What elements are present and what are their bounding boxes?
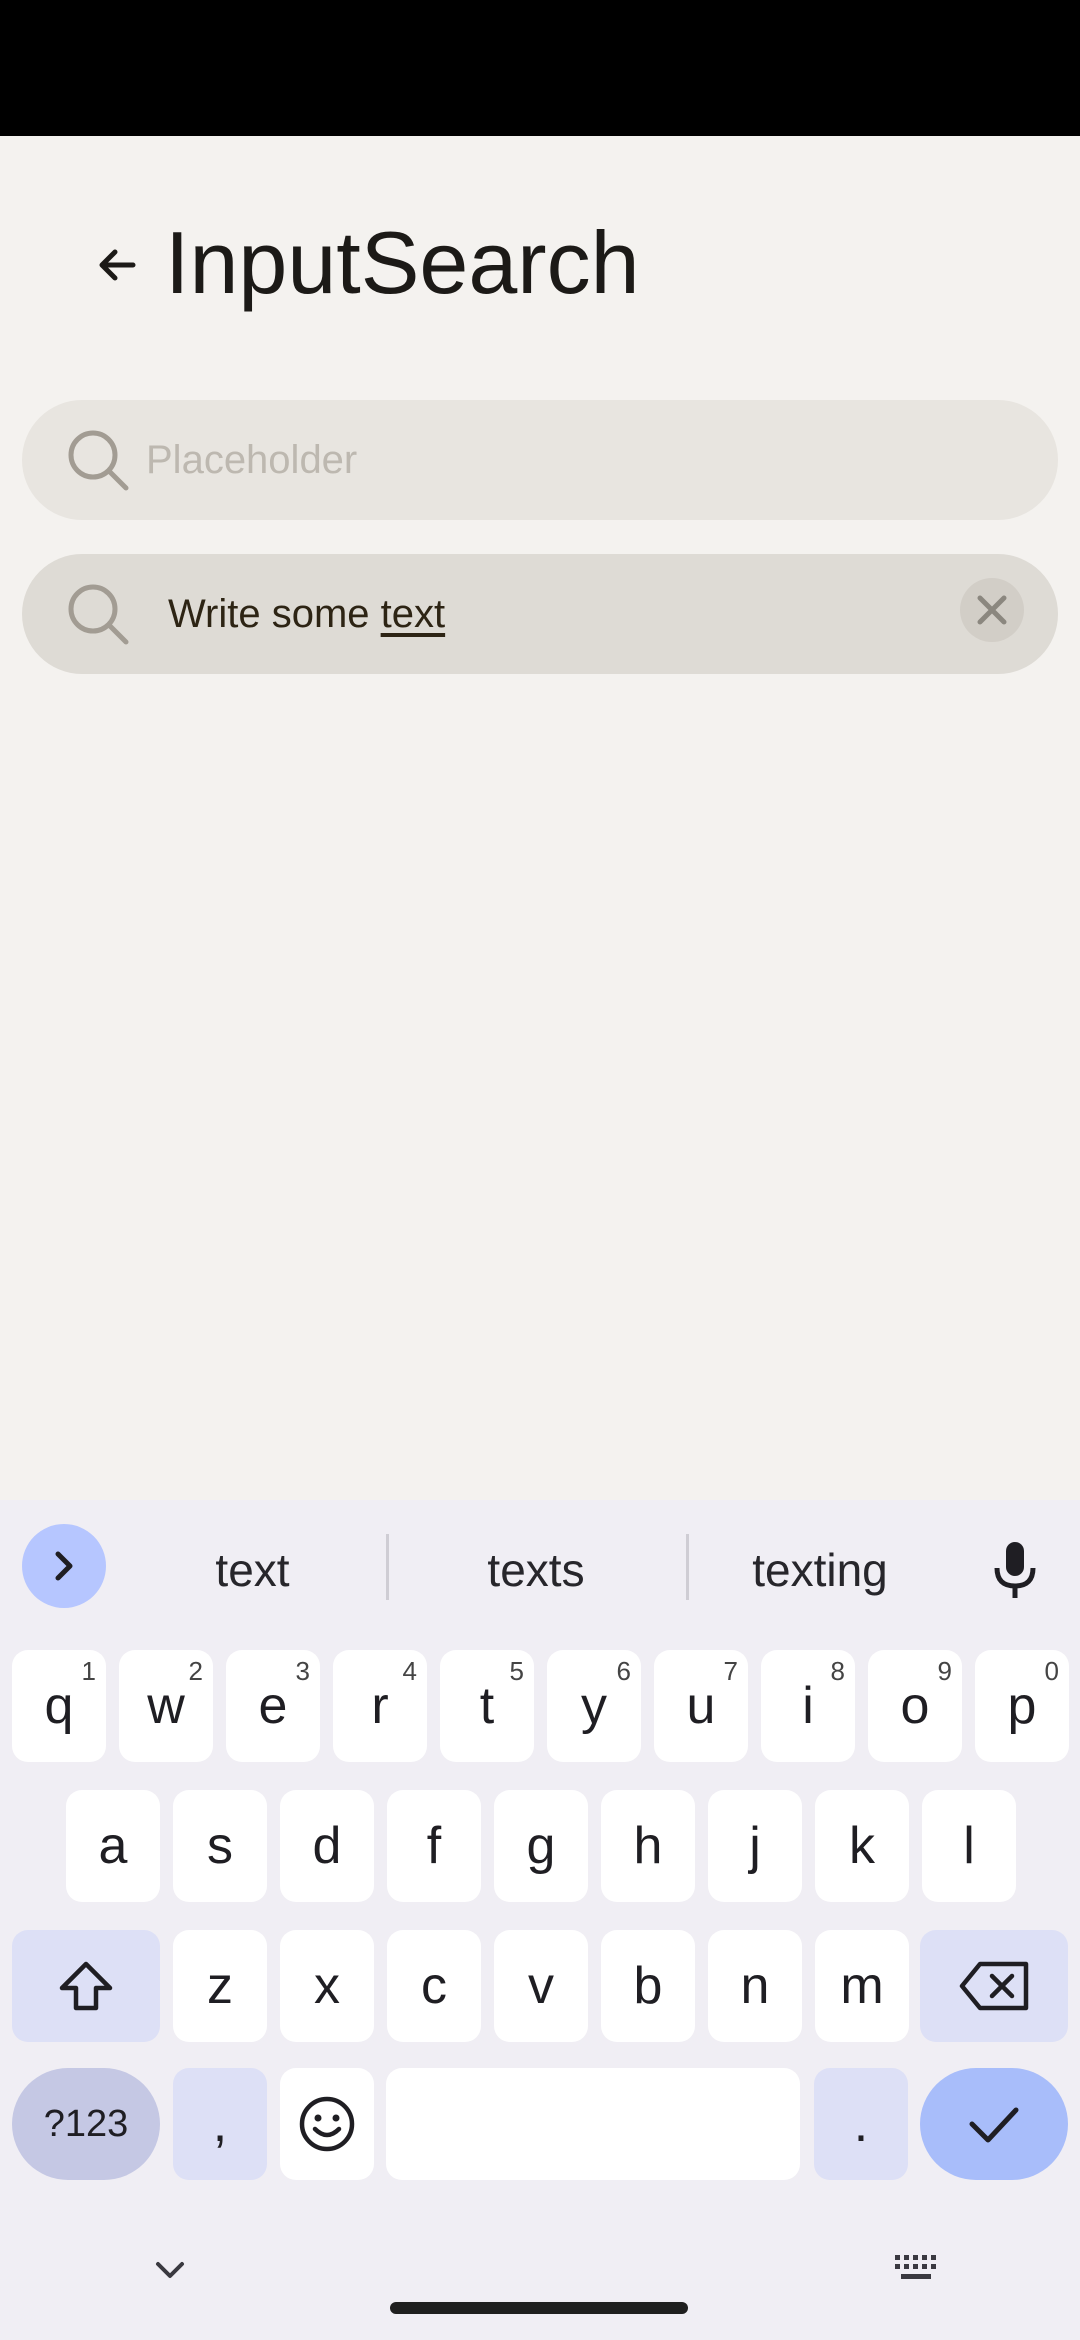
enter-key[interactable] [920, 2068, 1068, 2180]
search-bar-empty[interactable] [22, 400, 1058, 520]
space-key[interactable] [386, 2068, 800, 2180]
key-o-label: o [900, 1677, 930, 1735]
key-g[interactable]: g [494, 1790, 588, 1902]
backspace-icon [959, 1961, 1029, 2011]
toolbar-expand-button[interactable] [22, 1524, 106, 1608]
emoji-key[interactable] [280, 2068, 374, 2180]
page-title: InputSearch [165, 213, 640, 312]
comma-key[interactable]: , [173, 2068, 267, 2180]
typed-text: Write some [168, 592, 381, 636]
arrow-left-icon [99, 249, 136, 281]
period-key[interactable]: . [814, 2068, 908, 2180]
keyboard-icon [895, 2255, 936, 2279]
key-p-label: p [1007, 1677, 1037, 1735]
key-h[interactable]: h [601, 1790, 695, 1902]
key-i-hint: 8 [830, 1656, 845, 1686]
key-y-label: y [581, 1677, 607, 1735]
search-input-empty[interactable] [146, 400, 946, 520]
key-q-hint: 1 [81, 1656, 96, 1686]
emoji-icon [299, 2096, 355, 2152]
search-icon [68, 584, 129, 645]
key-d[interactable]: d [280, 1790, 374, 1902]
chevron-right-icon [55, 1551, 73, 1581]
soft-keyboard: text texts texting q1 w2 e3 r4 t5 y6 u7 … [0, 1500, 1080, 2340]
suggestion-2[interactable]: texts [420, 1530, 652, 1610]
key-p[interactable]: p0 [975, 1650, 1069, 1762]
status-bar [0, 0, 1080, 136]
key-a[interactable]: a [66, 1790, 160, 1902]
search-bar-filled[interactable]: Write some text [22, 554, 1058, 674]
key-t-label: t [479, 1677, 495, 1735]
search-icon [68, 430, 129, 491]
key-r[interactable]: r4 [333, 1650, 427, 1762]
symbols-key[interactable]: ?123 [12, 2068, 160, 2180]
key-i[interactable]: i8 [761, 1650, 855, 1762]
key-k[interactable]: k [815, 1790, 909, 1902]
microphone-icon [994, 1542, 1036, 1598]
suggestion-divider [686, 1534, 689, 1600]
key-f[interactable]: f [387, 1790, 481, 1902]
key-y[interactable]: y6 [547, 1650, 641, 1762]
key-w-hint: 2 [188, 1656, 203, 1686]
key-o[interactable]: o9 [868, 1650, 962, 1762]
backspace-key[interactable] [920, 1930, 1068, 2042]
shift-key[interactable] [12, 1930, 160, 2042]
key-p-hint: 0 [1044, 1656, 1059, 1686]
checkmark-icon [969, 2107, 1019, 2143]
back-button[interactable] [82, 230, 152, 300]
key-o-hint: 9 [937, 1656, 952, 1686]
key-t-hint: 5 [509, 1656, 524, 1686]
key-n[interactable]: n [708, 1930, 802, 2042]
close-icon [977, 595, 1007, 625]
suggestion-3[interactable]: texting [710, 1530, 930, 1610]
key-u[interactable]: u7 [654, 1650, 748, 1762]
key-v[interactable]: v [494, 1930, 588, 2042]
key-w-label: w [147, 1677, 185, 1735]
key-b[interactable]: b [601, 1930, 695, 2042]
key-u-label: u [686, 1677, 716, 1735]
key-q-label: q [44, 1677, 74, 1735]
key-w[interactable]: w2 [119, 1650, 213, 1762]
key-z[interactable]: z [173, 1930, 267, 2042]
home-indicator[interactable] [390, 2302, 688, 2314]
key-e-label: e [258, 1677, 288, 1735]
suggestion-bar: text texts texting [0, 1500, 1080, 1640]
hide-keyboard-button[interactable] [140, 2250, 200, 2290]
search-input-filled[interactable]: Write some text [168, 554, 445, 674]
key-i-label: i [802, 1677, 814, 1735]
key-x[interactable]: x [280, 1930, 374, 2042]
key-r-hint: 4 [402, 1656, 417, 1686]
app-header: InputSearch [0, 190, 1080, 330]
key-j[interactable]: j [708, 1790, 802, 1902]
clear-button[interactable] [960, 578, 1024, 642]
key-e-hint: 3 [295, 1656, 310, 1686]
switch-keyboard-button[interactable] [886, 2248, 946, 2288]
key-c[interactable]: c [387, 1930, 481, 2042]
key-u-hint: 7 [723, 1656, 738, 1686]
composing-word: text [380, 592, 446, 636]
suggestion-divider [386, 1534, 389, 1600]
key-s[interactable]: s [173, 1790, 267, 1902]
key-m[interactable]: m [815, 1930, 909, 2042]
key-q[interactable]: q1 [12, 1650, 106, 1762]
key-y-hint: 6 [616, 1656, 631, 1686]
key-r-label: r [371, 1677, 389, 1735]
shift-icon [59, 1961, 113, 2011]
voice-input-button[interactable] [980, 1530, 1050, 1610]
suggestion-1[interactable]: text [150, 1530, 355, 1610]
key-e[interactable]: e3 [226, 1650, 320, 1762]
key-t[interactable]: t5 [440, 1650, 534, 1762]
chevron-down-icon [156, 2262, 184, 2278]
key-l[interactable]: l [922, 1790, 1016, 1902]
